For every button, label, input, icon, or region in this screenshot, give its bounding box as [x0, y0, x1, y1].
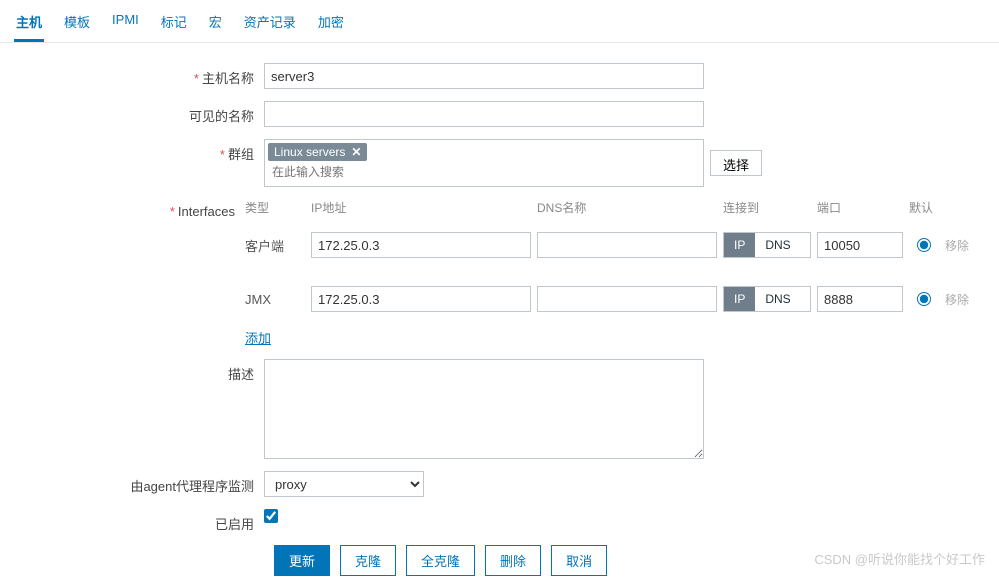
- description-textarea[interactable]: [264, 359, 704, 459]
- iface-type-jmx: JMX: [245, 292, 305, 307]
- label-host-name: *主机名称: [14, 63, 264, 87]
- iface-agent-default-radio[interactable]: [917, 238, 931, 252]
- toggle-dns[interactable]: DNS: [755, 233, 800, 257]
- watermark: CSDN @听说你能找个好工作: [814, 549, 985, 568]
- iface-header-connect: 连接到: [723, 199, 811, 216]
- tab-host[interactable]: 主机: [14, 8, 44, 42]
- host-name-input[interactable]: [264, 63, 704, 89]
- tab-ipmi[interactable]: IPMI: [110, 8, 141, 42]
- interfaces-header: 类型 IP地址 DNS名称 连接到 端口 默认: [245, 199, 985, 216]
- iface-jmx-remove-link[interactable]: 移除: [945, 291, 985, 308]
- toggle-ip[interactable]: IP: [724, 287, 755, 311]
- iface-header-ip: IP地址: [311, 199, 531, 216]
- group-tag-remove-icon[interactable]: ✕: [351, 145, 361, 159]
- toggle-dns[interactable]: DNS: [755, 287, 800, 311]
- iface-jmx-dns-input[interactable]: [537, 286, 717, 312]
- iface-header-dns: DNS名称: [537, 199, 717, 216]
- iface-type-agent: 客户端: [245, 236, 305, 255]
- tab-encryption[interactable]: 加密: [316, 8, 346, 42]
- visible-name-input[interactable]: [264, 101, 704, 127]
- label-visible-name: 可见的名称: [14, 101, 264, 125]
- delete-button[interactable]: 删除: [485, 545, 541, 576]
- host-form: *主机名称 可见的名称 *群组 Linux servers ✕ 选择 *Inte…: [0, 43, 999, 586]
- label-groups: *群组: [14, 139, 264, 163]
- iface-header-default: 默认: [909, 199, 939, 216]
- tab-macros[interactable]: 宏: [207, 8, 224, 42]
- tab-templates[interactable]: 模板: [62, 8, 92, 42]
- label-enabled: 已启用: [14, 509, 264, 533]
- cancel-button[interactable]: 取消: [551, 545, 607, 576]
- group-tag-label: Linux servers: [274, 145, 345, 159]
- iface-agent-dns-input[interactable]: [537, 232, 717, 258]
- iface-header-port: 端口: [817, 199, 903, 216]
- interface-row-jmx: JMX IP DNS 移除: [245, 286, 985, 312]
- interface-add-link[interactable]: 添加: [245, 328, 271, 347]
- label-interfaces: *Interfaces: [14, 199, 245, 219]
- iface-jmx-ip-input[interactable]: [311, 286, 531, 312]
- tab-inventory[interactable]: 资产记录: [242, 8, 298, 42]
- label-description: 描述: [14, 359, 264, 383]
- proxy-select[interactable]: proxy: [264, 471, 424, 497]
- label-monitored-by: 由agent代理程序监测: [14, 471, 264, 495]
- tab-tags[interactable]: 标记: [159, 8, 189, 42]
- iface-agent-connect-toggle[interactable]: IP DNS: [723, 232, 811, 258]
- iface-agent-ip-input[interactable]: [311, 232, 531, 258]
- iface-jmx-default-radio[interactable]: [917, 292, 931, 306]
- groups-select-button[interactable]: 选择: [710, 150, 762, 176]
- tabs-bar: 主机 模板 IPMI 标记 宏 资产记录 加密: [0, 0, 999, 43]
- update-button[interactable]: 更新: [274, 545, 330, 576]
- iface-jmx-port-input[interactable]: [817, 286, 903, 312]
- enabled-checkbox[interactable]: [264, 509, 278, 523]
- toggle-ip[interactable]: IP: [724, 233, 755, 257]
- group-tag-linux-servers[interactable]: Linux servers ✕: [268, 143, 367, 161]
- clone-button[interactable]: 克隆: [340, 545, 396, 576]
- interface-row-agent: 客户端 IP DNS 移除: [245, 232, 985, 258]
- iface-agent-port-input[interactable]: [817, 232, 903, 258]
- iface-header-type: 类型: [245, 199, 305, 216]
- full-clone-button[interactable]: 全克隆: [406, 545, 475, 576]
- iface-agent-remove-link[interactable]: 移除: [945, 237, 985, 254]
- groups-search-input[interactable]: [268, 163, 700, 181]
- iface-jmx-connect-toggle[interactable]: IP DNS: [723, 286, 811, 312]
- groups-tagbox[interactable]: Linux servers ✕: [264, 139, 704, 187]
